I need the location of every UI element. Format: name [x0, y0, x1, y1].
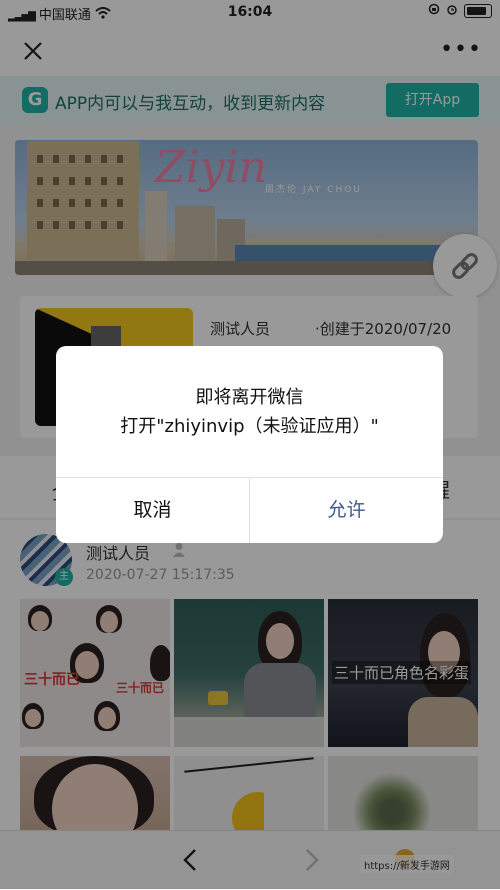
leave-wechat-dialog: 即将离开微信 打开"zhiyinvip（未验证应用）" 取消 允许	[56, 346, 443, 543]
dialog-message: 打开"zhiyinvip（未验证应用）"	[120, 416, 379, 437]
dialog-title: 即将离开微信	[195, 387, 304, 408]
cancel-button[interactable]: 取消	[56, 478, 249, 543]
allow-button[interactable]: 允许	[250, 478, 443, 543]
